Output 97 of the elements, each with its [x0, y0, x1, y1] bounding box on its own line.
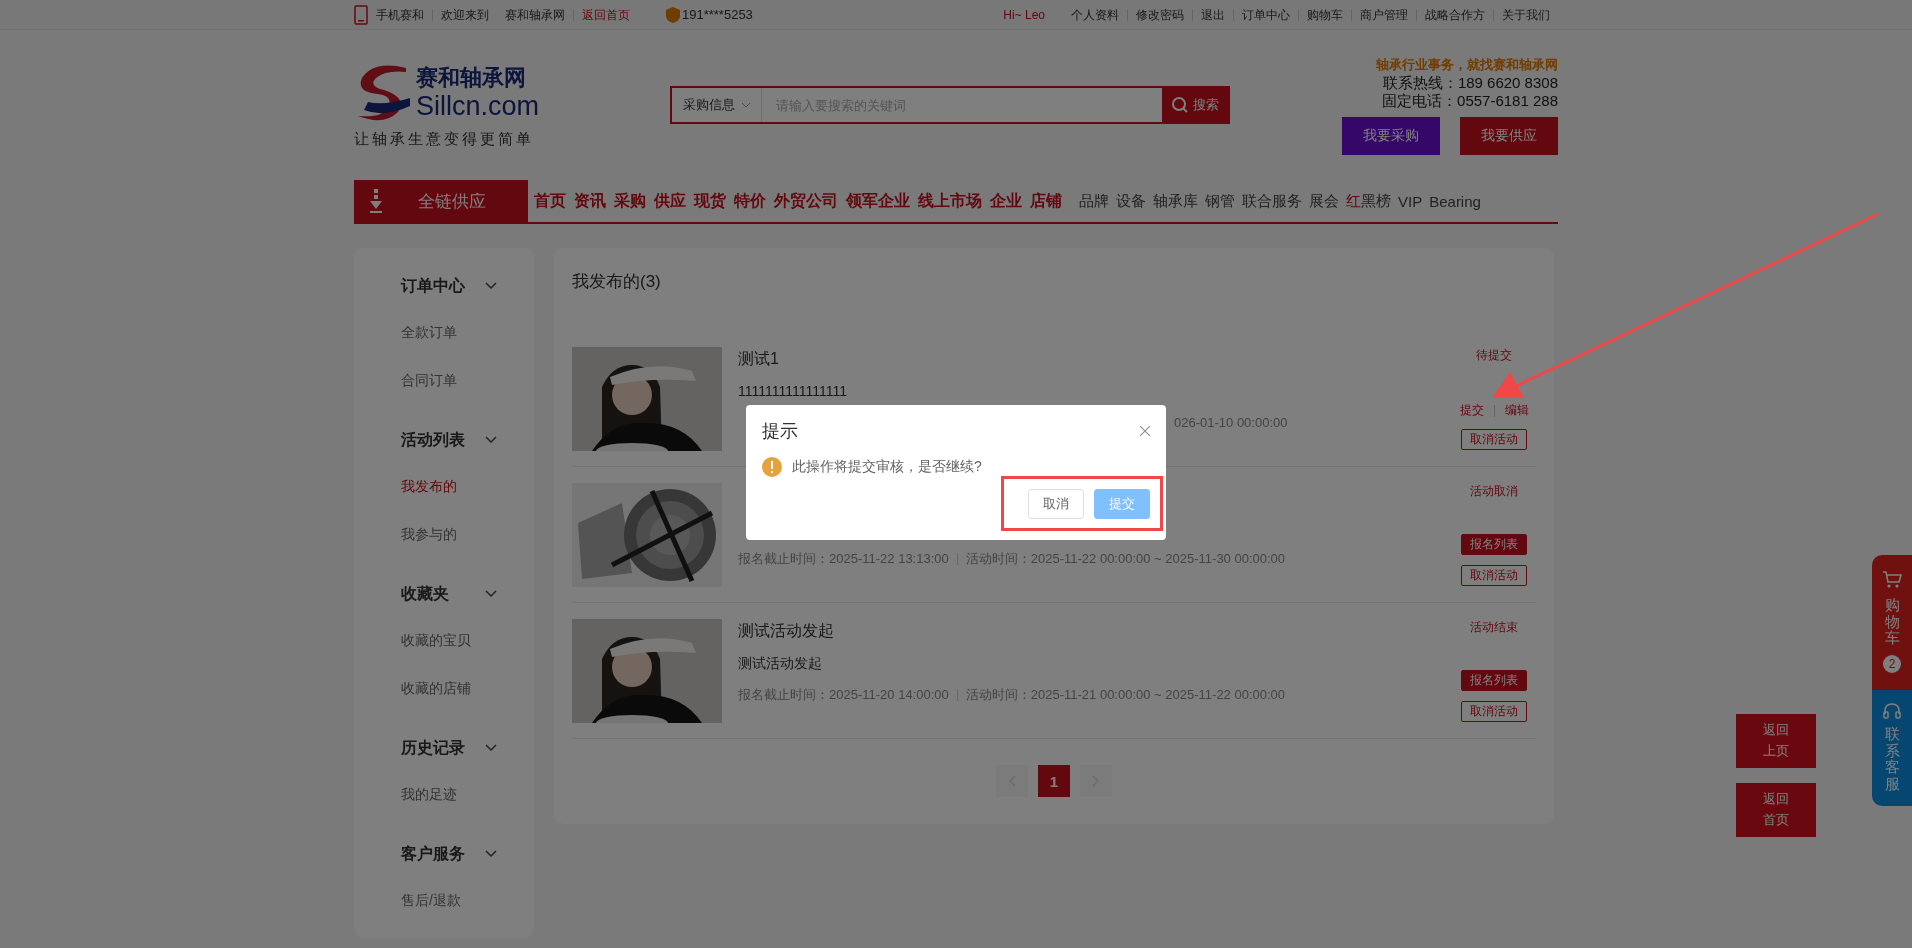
slogan: 让轴承生意变得更简单: [354, 129, 535, 149]
nav-link[interactable]: 领军企业: [846, 190, 910, 212]
group-title[interactable]: 客户服务: [401, 843, 471, 865]
activity-title: 测试活动发起: [738, 621, 835, 641]
nav-link[interactable]: 品牌: [1079, 191, 1109, 211]
group-title[interactable]: 活动列表: [401, 429, 471, 451]
landline: 固定电话：0557-6181 288: [1382, 91, 1558, 110]
download-arrow-icon: [370, 189, 382, 213]
greeting: Hi~ Leo: [1002, 9, 1046, 21]
site-link[interactable]: 赛和轴承网: [497, 9, 574, 21]
service-tab[interactable]: 联系客服: [1872, 690, 1912, 806]
status-label: 活动结束: [1470, 619, 1518, 636]
action-button[interactable]: 我要采购: [1342, 116, 1440, 155]
action-button[interactable]: 取消活动: [1461, 565, 1527, 586]
top-link[interactable]: 退出: [1193, 9, 1234, 21]
nav-link[interactable]: 红黑榜: [1346, 191, 1391, 211]
chevron-icon: [485, 850, 497, 858]
nav-link[interactable]: 资讯: [574, 190, 606, 212]
sidebar-item[interactable]: 我发布的: [401, 462, 534, 510]
action-button[interactable]: 取消活动: [1461, 701, 1527, 722]
submit-button[interactable]: 提交: [1094, 489, 1150, 519]
cancel-button[interactable]: 取消: [1028, 489, 1084, 519]
action-link[interactable]: 编辑: [1504, 402, 1529, 419]
nav-link[interactable]: VIP: [1398, 192, 1423, 210]
nav-link[interactable]: 现货: [694, 190, 726, 212]
panel-title: 我发布的(3): [572, 271, 662, 293]
nav-link[interactable]: 采购: [614, 190, 646, 212]
logo-domain: Sillcn.com: [416, 90, 540, 121]
chevron-icon: [485, 282, 497, 290]
nav-link[interactable]: 钢管: [1205, 191, 1235, 211]
chevron-icon: [485, 590, 497, 598]
nav-link[interactable]: 线上市场: [918, 190, 982, 212]
page-button[interactable]: 1: [1038, 765, 1070, 797]
activity-time: 活动时间：2025-11-22 00:00:00 ~ 2025-11-30 00:00:00: [965, 550, 1286, 568]
status-label: 活动取消: [1470, 483, 1518, 500]
chevron-icon: [485, 436, 497, 444]
sidebar-item[interactable]: 售后/退款: [401, 876, 534, 924]
top-link[interactable]: 个人资料: [1063, 9, 1128, 21]
back-button[interactable]: 返回首页: [1736, 783, 1816, 837]
featured-menu-button[interactable]: 全链供应: [354, 180, 528, 222]
chevron-icon: [740, 102, 751, 108]
nav-link[interactable]: 设备: [1116, 191, 1146, 211]
mobile-link[interactable]: 手机赛和: [368, 9, 433, 21]
sidebar-item[interactable]: 收藏的宝贝: [401, 616, 534, 664]
sidebar-item[interactable]: 我参与的: [401, 510, 534, 558]
activity-time: 026-01-10 00:00:00: [1174, 414, 1288, 432]
nav-link[interactable]: 供应: [654, 190, 686, 212]
close-icon[interactable]: [1140, 426, 1150, 436]
top-link[interactable]: 战略合作方: [1417, 9, 1494, 21]
home-link[interactable]: 返回首页: [574, 9, 638, 21]
action-button[interactable]: 报名列表: [1461, 670, 1527, 691]
sidebar-item[interactable]: 全款订单: [401, 308, 534, 356]
nav-link[interactable]: 企业: [990, 190, 1022, 212]
logo-name: 赛和轴承网: [416, 64, 527, 91]
nav-link[interactable]: 店铺: [1030, 190, 1062, 212]
headset-icon: [1883, 702, 1901, 720]
sidebar-item[interactable]: 收藏的店铺: [401, 664, 534, 712]
action-button[interactable]: 取消活动: [1461, 429, 1527, 450]
top-link[interactable]: 订单中心: [1234, 9, 1299, 21]
search-icon: [1171, 96, 1189, 114]
nav-link[interactable]: 联合服务: [1242, 191, 1302, 211]
phone-icon: [354, 5, 368, 25]
nav-link[interactable]: 特价: [734, 190, 766, 212]
welcome-text: 欢迎来到: [440, 9, 490, 21]
chevron-icon: [485, 744, 497, 752]
nav-link[interactable]: 展会: [1309, 191, 1339, 211]
sidebar-item[interactable]: 合同订单: [401, 356, 534, 404]
activity-description: 1111111111111111: [738, 382, 848, 401]
dialog-title: 提示: [762, 420, 798, 443]
group-title[interactable]: 订单中心: [401, 275, 471, 297]
phone-number: 191****5253: [681, 9, 754, 21]
sidebar-item[interactable]: 我的足迹: [401, 770, 534, 818]
warning-icon: [762, 457, 782, 477]
activity-time: 活动时间：2025-11-21 00:00:00 ~ 2025-11-22 00:00:00: [965, 686, 1286, 704]
activity-description: 测试活动发起: [738, 654, 823, 673]
action-button[interactable]: 我要供应: [1460, 116, 1558, 155]
top-link[interactable]: 修改密码: [1128, 9, 1193, 21]
top-link[interactable]: 购物车: [1299, 9, 1352, 21]
search-button[interactable]: 搜索: [1162, 88, 1228, 122]
dialog-message: 此操作将提交审核，是否继续?: [792, 458, 982, 476]
nav-link[interactable]: 轴承库: [1153, 191, 1198, 211]
nav-link[interactable]: 外贸公司: [774, 190, 838, 212]
hotline: 联系热线：189 6620 8308: [1382, 73, 1558, 92]
action-button[interactable]: 报名列表: [1461, 534, 1527, 555]
nav-link[interactable]: 首页: [534, 190, 566, 212]
top-link[interactable]: 商户管理: [1352, 9, 1417, 21]
group-title[interactable]: 历史记录: [401, 737, 471, 759]
back-button[interactable]: 返回上页: [1736, 714, 1816, 768]
tagline: 轴承行业事务，就找赛和轴承网: [1376, 55, 1558, 74]
shield-icon: [666, 7, 680, 23]
cart-icon: [1882, 571, 1902, 589]
top-link[interactable]: 关于我们: [1494, 9, 1558, 21]
status-label: 待提交: [1476, 347, 1512, 364]
group-title[interactable]: 收藏夹: [401, 583, 471, 605]
nav-link[interactable]: Bearing: [1429, 192, 1481, 210]
activity-title: 测试1: [738, 349, 780, 369]
action-link[interactable]: 提交: [1459, 402, 1484, 419]
